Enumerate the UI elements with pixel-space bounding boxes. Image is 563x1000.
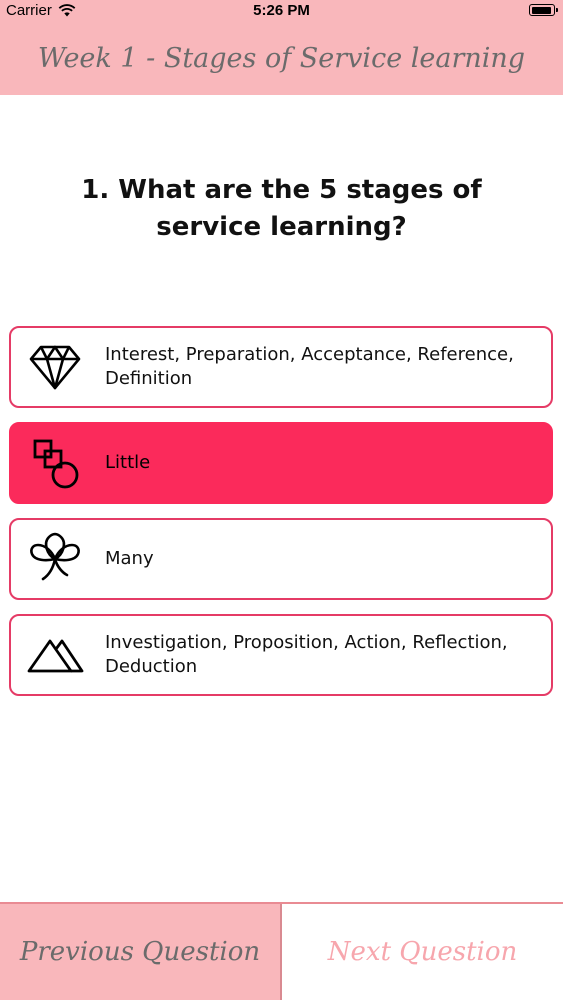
answer-option-2[interactable]: Little xyxy=(9,422,553,504)
nav-bar: Week 1 - Stages of Service learning xyxy=(0,22,563,95)
answer-option-4-label: Investigation, Proposition, Action, Refl… xyxy=(105,632,508,677)
shapes-icon xyxy=(25,433,85,493)
clock-time: 5:26 PM xyxy=(253,2,310,19)
question-text: 1. What are the 5 stages of service lear… xyxy=(81,175,482,242)
diamond-icon xyxy=(25,337,85,397)
answer-option-1-label: Interest, Preparation, Acceptance, Refer… xyxy=(105,344,514,389)
answer-option-2-label: Little xyxy=(105,452,151,473)
previous-question-label: Previous Question xyxy=(19,937,261,967)
mountain-icon xyxy=(25,625,85,685)
status-bar: Carrier 5:26 PM xyxy=(0,0,563,22)
page-title: Week 1 - Stages of Service learning xyxy=(37,43,526,74)
answer-option-3[interactable]: Many xyxy=(9,518,553,600)
next-question-label: Next Question xyxy=(327,937,518,967)
previous-question-button[interactable]: Previous Question xyxy=(0,904,282,1000)
answer-option-4[interactable]: Investigation, Proposition, Action, Refl… xyxy=(9,614,553,696)
answer-option-1[interactable]: Interest, Preparation, Acceptance, Refer… xyxy=(9,326,553,408)
battery-icon xyxy=(529,4,558,16)
answer-option-3-label: Many xyxy=(105,548,154,569)
next-question-button[interactable]: Next Question xyxy=(282,904,563,1000)
bottom-bar: Previous Question Next Question xyxy=(0,902,563,1000)
clover-icon xyxy=(25,529,85,589)
